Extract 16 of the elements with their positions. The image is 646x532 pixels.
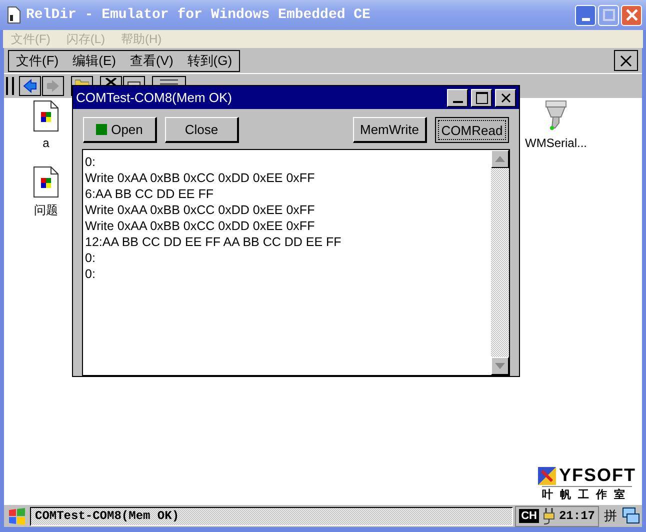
clock: 21:17 (558, 509, 595, 523)
log-line: 12:AA BB CC DD EE FF AA BB CC DD EE FF (85, 234, 342, 250)
log-line: Write 0xAA 0xBB 0xCC 0xDD 0xEE 0xFF (85, 218, 316, 234)
logo-subtitle: 叶帆工作室 (542, 486, 632, 502)
log-line: Write 0xAA 0xBB 0xCC 0xDD 0xEE 0xFF (85, 170, 316, 186)
icon-label: 问题 (34, 202, 58, 219)
icon-label: WMSerial... (525, 136, 588, 150)
log-line: Write 0xAA 0xBB 0xCC 0xDD 0xEE 0xFF (85, 202, 316, 218)
window-title: RelDir - Emulator for Windows Embedded CE (26, 7, 372, 23)
logo-text: YFSOFT (559, 465, 636, 486)
dialog-title: COMTest-COM8(Mem OK) (76, 90, 233, 105)
log-line: 0: (85, 266, 96, 282)
log-line: 0: (85, 250, 96, 266)
log-line: 6:AA BB CC DD EE FF (85, 186, 215, 202)
log-line: 0: (85, 154, 96, 170)
icon-label: a (42, 136, 50, 150)
